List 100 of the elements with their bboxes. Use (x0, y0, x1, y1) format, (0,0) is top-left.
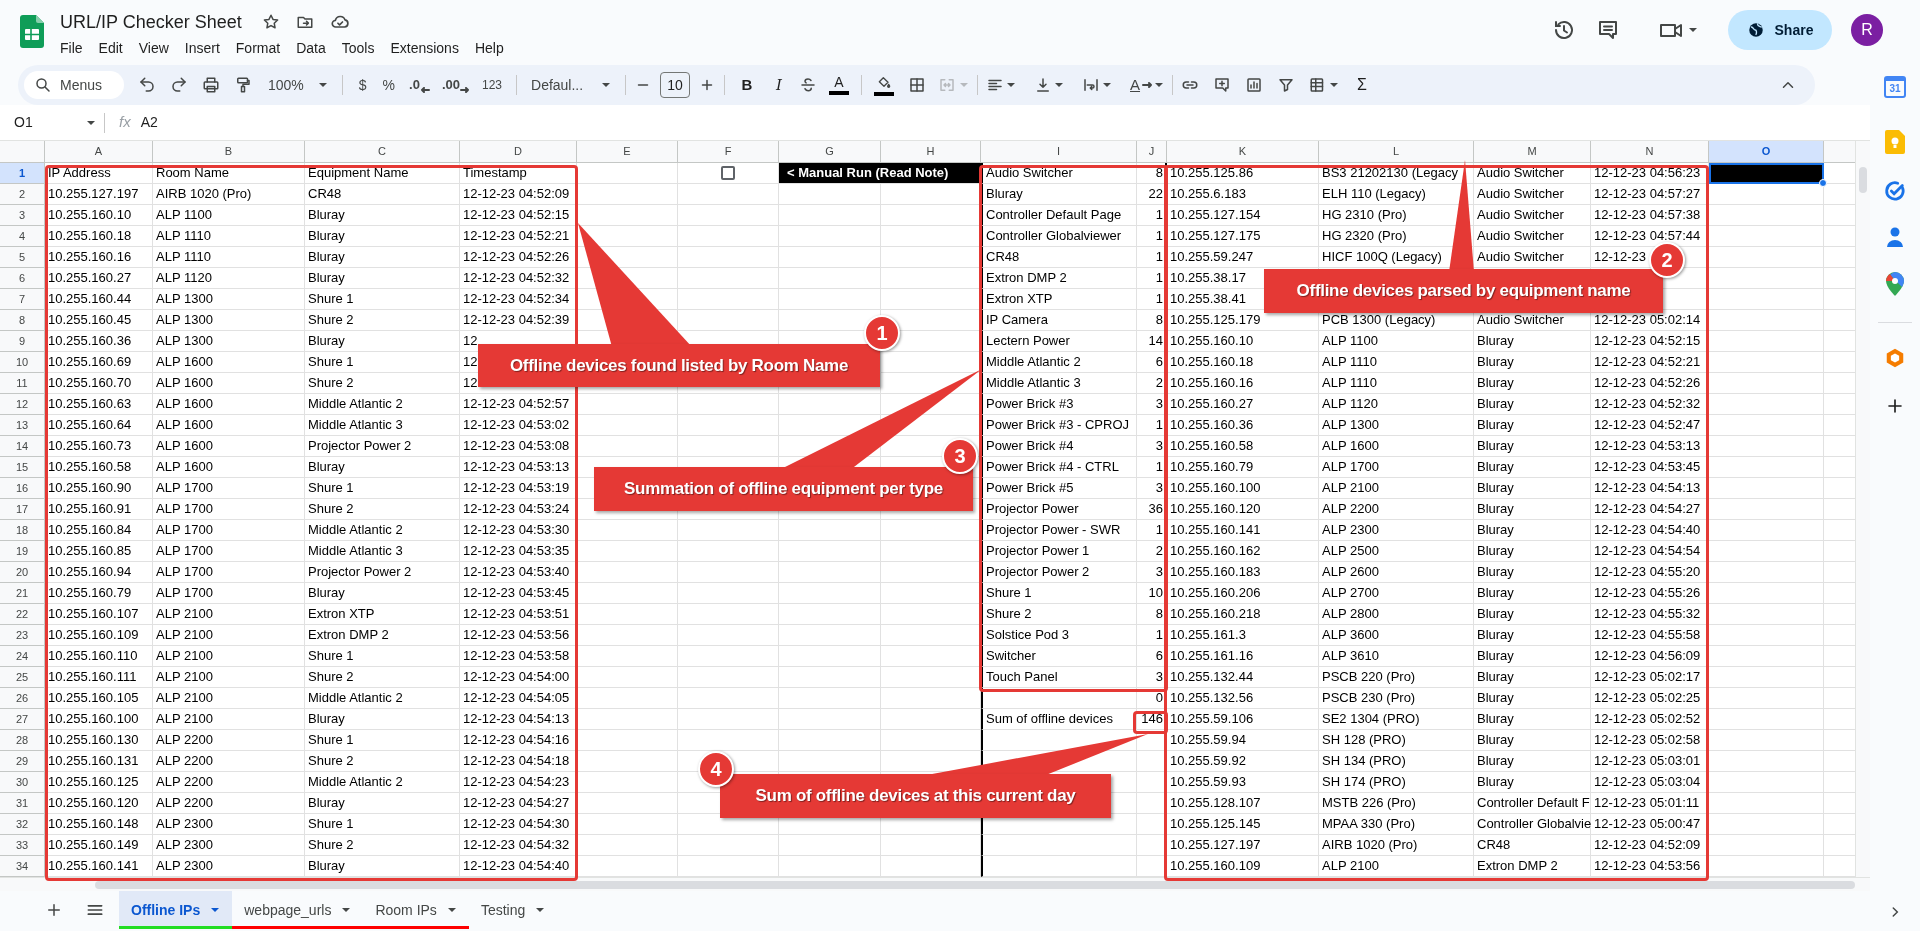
column-header[interactable]: I (981, 141, 1137, 163)
filter-icon[interactable] (1277, 76, 1296, 94)
sheet-tab[interactable]: Testing (468, 891, 558, 929)
zoom-dropdown[interactable]: 100% (262, 71, 334, 99)
menu-item[interactable]: Data (288, 37, 334, 59)
note-icon[interactable] (1885, 130, 1905, 154)
redo-icon[interactable] (170, 76, 188, 94)
row-header[interactable]: 15 (0, 457, 45, 478)
row-header[interactable]: 19 (0, 541, 45, 562)
horizontal-scrollbar-thumb[interactable] (95, 880, 1855, 889)
column-header[interactable]: L (1319, 141, 1474, 163)
currency-button[interactable]: $ (350, 71, 375, 99)
add-sheet-icon[interactable] (45, 901, 63, 919)
user-avatar[interactable]: R (1851, 14, 1883, 46)
row-header[interactable]: 20 (0, 562, 45, 583)
select-all-corner[interactable] (0, 141, 45, 163)
row-header[interactable]: 9 (0, 331, 45, 352)
column-header[interactable]: A (45, 141, 153, 163)
comment-icon[interactable] (1596, 18, 1620, 42)
column-header[interactable]: J (1137, 141, 1167, 163)
row-header[interactable]: 2 (0, 184, 45, 205)
column-header[interactable]: O (1709, 141, 1824, 163)
row-header[interactable]: 16 (0, 478, 45, 499)
scrollbar-thumb[interactable] (1859, 167, 1867, 193)
text-rotation-button[interactable]: A (1130, 71, 1165, 99)
column-header[interactable]: G (779, 141, 881, 163)
row-header[interactable]: 14 (0, 436, 45, 457)
column-header[interactable]: H (881, 141, 981, 163)
row-header[interactable]: 4 (0, 226, 45, 247)
percent-button[interactable]: % (374, 71, 404, 99)
row-header[interactable]: 31 (0, 793, 45, 814)
menu-item[interactable]: Edit (90, 37, 131, 59)
row-header[interactable]: 29 (0, 751, 45, 772)
column-header[interactable]: F (678, 141, 779, 163)
menu-item[interactable]: File (52, 37, 91, 59)
column-header[interactable]: K (1167, 141, 1319, 163)
row-header[interactable]: 12 (0, 394, 45, 415)
bold-button[interactable]: B (733, 71, 761, 99)
italic-button[interactable]: I (765, 71, 793, 99)
selected-cell[interactable] (1709, 163, 1824, 184)
chart-icon[interactable] (1245, 76, 1264, 94)
functions-button[interactable]: Σ (1353, 71, 1371, 99)
sheet-tab[interactable]: Room IPs (363, 891, 469, 929)
row-header[interactable]: 22 (0, 604, 45, 625)
calendar-icon[interactable]: 31 (1884, 76, 1906, 98)
name-box[interactable]: O1 (0, 110, 104, 135)
add-comment-icon[interactable] (1213, 76, 1232, 94)
formula-field[interactable]: A2 (140, 110, 1741, 135)
row-header[interactable]: 17 (0, 499, 45, 520)
row-header[interactable]: 8 (0, 310, 45, 331)
undo-icon[interactable] (138, 76, 156, 94)
row-header[interactable]: 11 (0, 373, 45, 394)
menu-search-field[interactable]: Menus (24, 71, 124, 99)
row-header[interactable]: 23 (0, 625, 45, 646)
row-header[interactable]: 10 (0, 352, 45, 373)
column-header[interactable]: E (577, 141, 678, 163)
row-header[interactable]: 1 (0, 163, 45, 184)
sheet-tab[interactable]: Offline IPs (119, 891, 233, 929)
row-header[interactable]: 28 (0, 730, 45, 751)
row-header[interactable]: 21 (0, 583, 45, 604)
fill-handle[interactable] (1819, 179, 1827, 187)
menu-item[interactable]: Tools (333, 37, 383, 59)
column-header[interactable]: C (305, 141, 460, 163)
plus-icon[interactable] (1886, 397, 1904, 415)
check-circle-icon[interactable] (1884, 180, 1906, 202)
borders-icon[interactable] (908, 76, 926, 94)
column-header[interactable]: M (1474, 141, 1591, 163)
menu-item[interactable]: Extensions (382, 37, 467, 59)
row-header[interactable]: 5 (0, 247, 45, 268)
caret-icon[interactable] (1688, 25, 1698, 35)
map-pin-icon[interactable] (1886, 272, 1904, 296)
row-header[interactable]: 26 (0, 688, 45, 709)
menu-item[interactable]: Insert (176, 37, 228, 59)
number-format-button[interactable]: 123 (476, 71, 508, 99)
row-header[interactable]: 24 (0, 646, 45, 667)
star-icon[interactable] (261, 13, 280, 31)
paint-format-icon[interactable] (234, 76, 252, 94)
person-icon[interactable] (1885, 226, 1905, 248)
row-header[interactable]: 7 (0, 289, 45, 310)
row-header[interactable]: 30 (0, 772, 45, 793)
row-header[interactable]: 3 (0, 205, 45, 226)
row-header[interactable]: 25 (0, 667, 45, 688)
font-dropdown[interactable]: Defaul... (525, 71, 617, 99)
note-cell[interactable]: < Manual Run (Read Note) (779, 163, 981, 184)
row-header[interactable]: 32 (0, 814, 45, 835)
sheet-tab[interactable]: webpage_urls (232, 891, 364, 929)
row-header[interactable]: 13 (0, 415, 45, 436)
menu-item[interactable]: Help (466, 37, 512, 59)
vertical-scrollbar[interactable] (1855, 141, 1870, 877)
row-header[interactable]: 27 (0, 709, 45, 730)
column-header[interactable]: B (153, 141, 305, 163)
share-button[interactable]: Share (1728, 10, 1832, 50)
row-header[interactable]: 18 (0, 520, 45, 541)
checkbox[interactable] (721, 166, 735, 180)
document-title[interactable]: URL/IP Checker Sheet (60, 8, 242, 36)
row-header[interactable]: 6 (0, 268, 45, 289)
hexagon-icon[interactable] (1884, 347, 1906, 369)
text-wrap-icon[interactable] (1082, 76, 1100, 94)
history-icon[interactable] (1552, 18, 1576, 42)
align-bottom-icon[interactable] (1034, 76, 1052, 94)
